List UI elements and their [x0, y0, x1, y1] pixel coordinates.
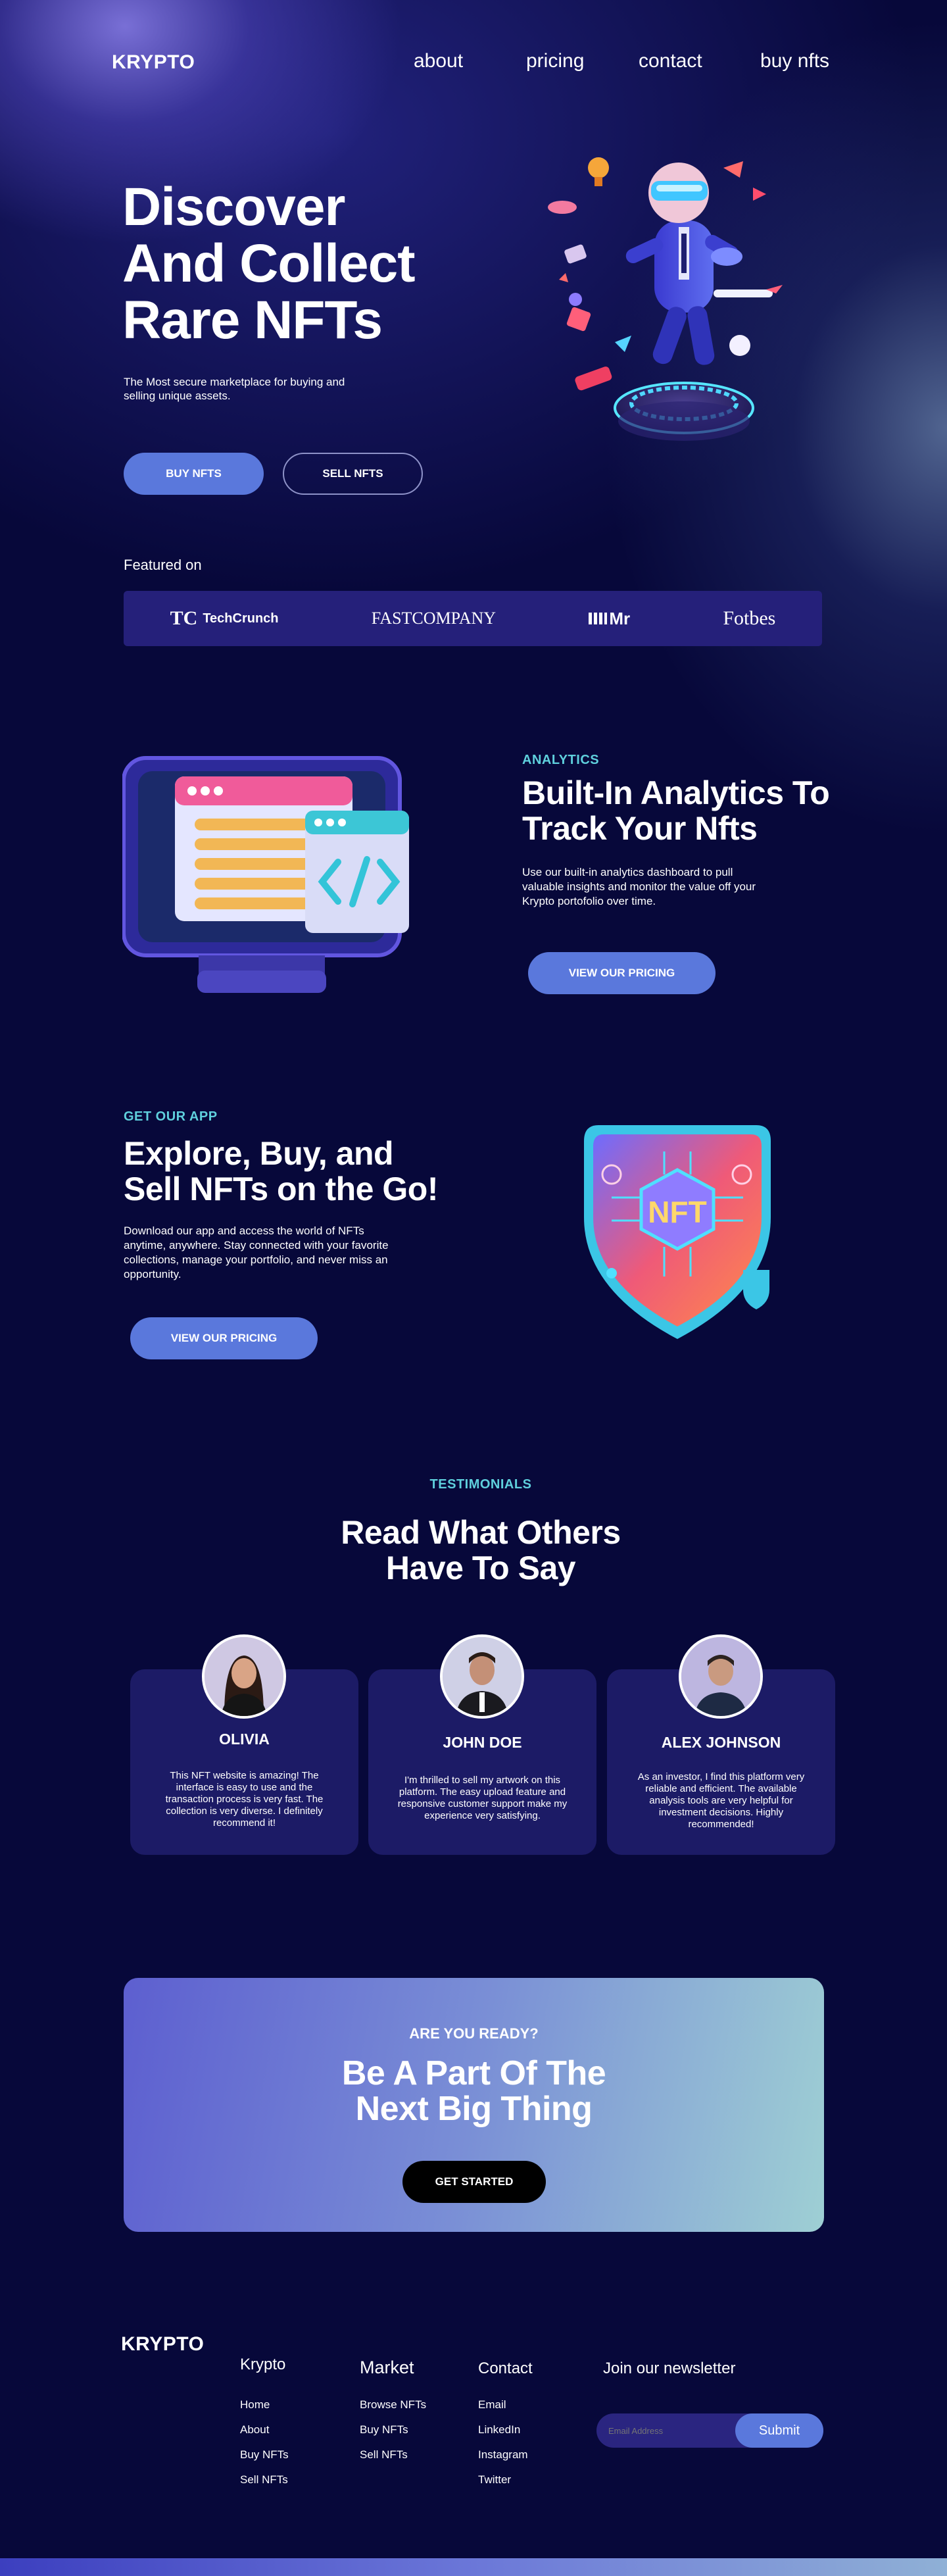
nav-link-contact[interactable]: contact [639, 50, 702, 72]
footer-links-contact: Email LinkedIn Instagram Twitter [478, 2398, 528, 2498]
footer-link[interactable]: Sell NFTs [240, 2473, 289, 2487]
app-title: Explore, Buy, and Sell NFTs on the Go! [124, 1136, 466, 1207]
brand-mr: Mr [589, 609, 630, 629]
nav-logo[interactable]: KRYPTO [112, 51, 195, 74]
analytics-title-line: Track Your Nfts [522, 810, 758, 847]
analytics-monitor-illustration [122, 756, 409, 993]
testimonials-title-line: Have To Say [385, 1550, 576, 1586]
testimonial-text: This NFT website is amazing! The interfa… [165, 1770, 324, 1829]
cta-eyebrow: ARE YOU READY? [409, 2025, 539, 2042]
nft-shield-illustration: NFT [584, 1125, 771, 1339]
newsletter-email-input[interactable] [608, 2421, 733, 2440]
cta-title-line: Be A Part Of The [341, 2054, 606, 2092]
get-started-button[interactable]: GET STARTED [402, 2161, 546, 2203]
brand-fotbes: Fotbes [723, 607, 776, 629]
featured-on-label: Featured on [124, 557, 202, 573]
app-title-line: Explore, Buy, and [124, 1135, 394, 1172]
footer-link[interactable]: Buy NFTs [360, 2423, 426, 2437]
avatar [202, 1634, 286, 1719]
analytics-view-pricing-button[interactable]: VIEW OUR PRICING [528, 952, 716, 994]
footer-link[interactable]: About [240, 2423, 289, 2437]
avatar-john-doe-icon [443, 1637, 522, 1716]
nav-link-about[interactable]: about [414, 50, 463, 72]
app-eyebrow: GET OUR APP [124, 1109, 218, 1124]
footer-link[interactable]: Home [240, 2398, 289, 2412]
brand-mr-mark-icon [589, 613, 608, 624]
analytics-title-line: Built-In Analytics To [522, 774, 830, 811]
brand-techcrunch-label: TechCrunch [203, 611, 279, 626]
hero-title-line: And Collect [122, 234, 416, 293]
cta-title-line: Next Big Thing [355, 2090, 593, 2128]
testimonial-name: JOHN DOE [443, 1734, 522, 1751]
footer-link[interactable]: Twitter [478, 2473, 528, 2487]
avatar-olivia-icon [205, 1637, 283, 1716]
testimonials-eyebrow: TESTIMONIALS [429, 1477, 532, 1492]
brand-techcrunch: TC TechCrunch [170, 607, 279, 630]
nft-badge-label: NFT [648, 1195, 706, 1229]
footer-heading-market: Market [360, 2358, 414, 2377]
footer-links-krypto: Home About Buy NFTs Sell NFTs [240, 2398, 289, 2498]
brand-fastcompany: FASTCOMPANY [371, 609, 497, 628]
hero-astronaut-illustration [548, 157, 783, 441]
nav-link-pricing[interactable]: pricing [526, 50, 584, 72]
buy-nfts-button[interactable]: BUY NFTS [124, 453, 264, 495]
background-glow [0, 0, 947, 855]
testimonials-title: Read What Others Have To Say [0, 1515, 947, 1586]
newsletter-heading: Join our newsletter [603, 2360, 736, 2377]
testimonials-title-line: Read What Others [341, 1514, 621, 1551]
footer-bottom-bar [0, 2558, 947, 2576]
sell-nfts-button[interactable]: SELL NFTS [283, 453, 423, 495]
testimonial-text: As an investor, I find this platform ver… [637, 1771, 805, 1830]
testimonial-name: ALEX JOHNSON [661, 1734, 781, 1751]
app-body: Download our app and access the world of… [124, 1225, 389, 1280]
newsletter-submit-button[interactable]: Submit [735, 2413, 823, 2448]
testimonial-text: I'm thrilled to sell my artwork on this … [397, 1775, 568, 1821]
avatar-alex-johnson-icon [681, 1637, 760, 1716]
hero-title: Discover And Collect Rare NFTs [122, 177, 416, 350]
hero-subtitle: The Most secure marketplace for buying a… [124, 376, 345, 402]
footer-heading-krypto: Krypto [240, 2356, 286, 2373]
footer-link[interactable]: Sell NFTs [360, 2448, 426, 2462]
hero-title-line: Rare NFTs [122, 290, 383, 350]
nav-link-buy-nfts[interactable]: buy nfts [760, 50, 829, 72]
app-title-line: Sell NFTs on the Go! [124, 1171, 438, 1207]
analytics-body: Use our built-in analytics dashboard to … [522, 866, 756, 907]
featured-logos-bar: TC TechCrunch FASTCOMPANY Mr Fotbes [124, 591, 822, 646]
techcrunch-mark-icon: TC [170, 607, 198, 629]
newsletter-form: Submit [596, 2413, 823, 2448]
footer-link[interactable]: Email [478, 2398, 528, 2412]
app-view-pricing-button[interactable]: VIEW OUR PRICING [130, 1317, 318, 1359]
footer-logo[interactable]: KRYPTO [121, 2333, 204, 2356]
cta-title: Be A Part Of The Next Big Thing [124, 2056, 824, 2127]
footer-heading-contact: Contact [478, 2360, 533, 2377]
footer-link[interactable]: Buy NFTs [240, 2448, 289, 2462]
avatar [679, 1634, 763, 1719]
brand-mr-label: Mr [609, 608, 631, 628]
analytics-title: Built-In Analytics To Track Your Nfts [522, 775, 864, 846]
testimonial-name: OLIVIA [219, 1730, 270, 1748]
avatar [440, 1634, 524, 1719]
footer-link[interactable]: LinkedIn [478, 2423, 528, 2437]
analytics-eyebrow: ANALYTICS [522, 753, 600, 767]
hero-title-line: Discover [122, 177, 345, 237]
footer-links-market: Browse NFTs Buy NFTs Sell NFTs [360, 2398, 426, 2473]
footer-link[interactable]: Browse NFTs [360, 2398, 426, 2412]
footer-link[interactable]: Instagram [478, 2448, 528, 2462]
